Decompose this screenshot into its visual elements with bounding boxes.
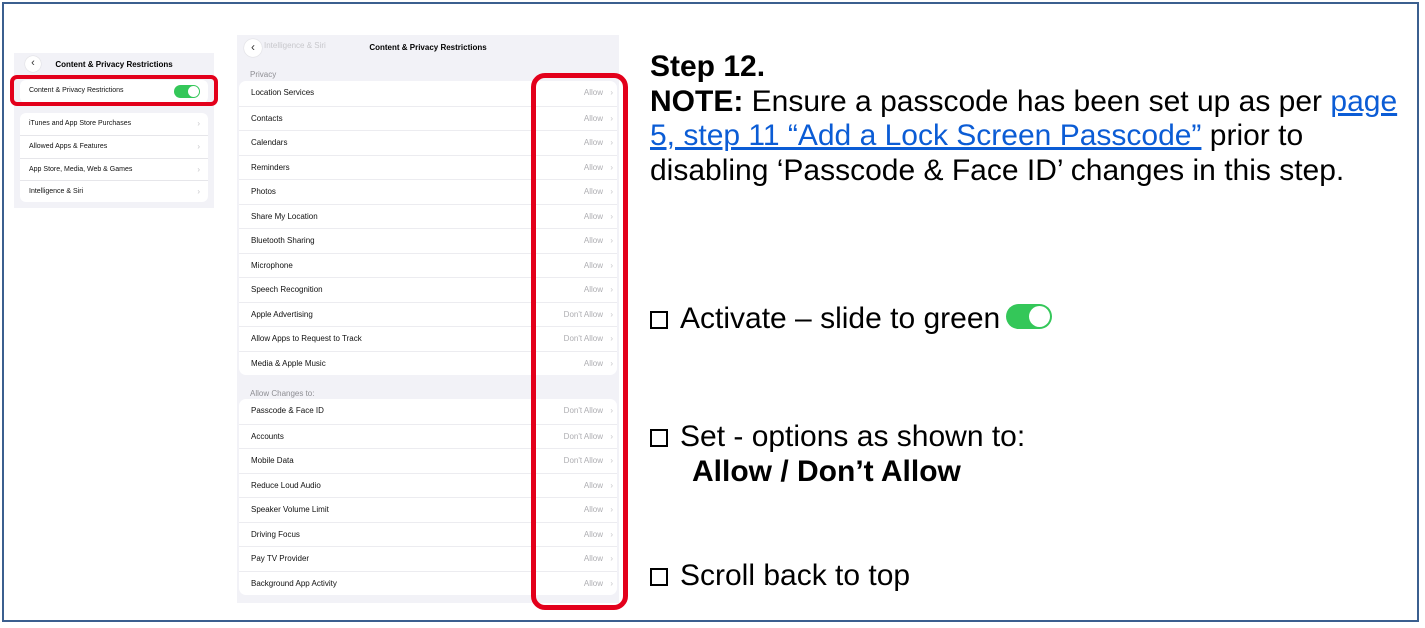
settings-row-label: Reminders bbox=[251, 162, 290, 172]
list-item[interactable]: Intelligence & Siri › bbox=[20, 180, 208, 203]
settings-row-label: Media & Apple Music bbox=[251, 358, 326, 368]
checklist-item-activate: Activate – slide to green bbox=[650, 302, 1053, 337]
settings-row-label: Photos bbox=[251, 187, 276, 197]
chevron-right-icon: › bbox=[197, 142, 200, 151]
bullet-scroll-text: Scroll back to top bbox=[680, 559, 911, 592]
bullet-set-subtext: Allow / Don’t Allow bbox=[692, 454, 961, 488]
settings-row-label: Reduce Loud Audio bbox=[251, 480, 321, 490]
list-item[interactable]: App Store, Media, Web & Games › bbox=[20, 157, 208, 181]
settings-row-label: Calendars bbox=[251, 138, 288, 148]
values-highlight-box bbox=[531, 73, 628, 610]
settings-row-label: Passcode & Face ID bbox=[251, 406, 324, 415]
nav-title: Content & Privacy Restrictions bbox=[55, 60, 173, 69]
list-item[interactable]: Allowed Apps & Features › bbox=[20, 135, 208, 158]
section-header-privacy: Privacy bbox=[250, 70, 277, 79]
settings-row-label: Allow Apps to Request to Track bbox=[251, 334, 362, 344]
settings-row-label: Contacts bbox=[251, 113, 283, 123]
settings-row-label: Apple Advertising bbox=[251, 309, 313, 319]
chevron-right-icon: › bbox=[197, 119, 200, 128]
settings-row-label: Speech Recognition bbox=[251, 285, 323, 295]
settings-row-label: Accounts bbox=[251, 431, 284, 441]
settings-row-label: Speaker Volume Limit bbox=[251, 505, 329, 515]
chevron-right-icon: › bbox=[197, 164, 200, 174]
checkbox-icon[interactable] bbox=[650, 311, 668, 329]
settings-row-label: Driving Focus bbox=[251, 529, 300, 539]
list-item-label: iTunes and App Store Purchases bbox=[29, 120, 132, 127]
nav-bar: ‹ Content & Privacy Restrictions bbox=[14, 53, 214, 75]
list-item-label: App Store, Media, Web & Games bbox=[29, 165, 133, 173]
nav-bar: ‹ Intelligence & Siri Content & Privacy … bbox=[237, 35, 619, 63]
list-item[interactable]: iTunes and App Store Purchases › bbox=[20, 113, 208, 135]
list-item-label: Allowed Apps & Features bbox=[29, 143, 108, 150]
note-paragraph: NOTE: Ensure a passcode has been set up … bbox=[650, 85, 1410, 189]
settings-row-label: Mobile Data bbox=[251, 456, 294, 466]
instructions-panel: Step 12. NOTE: Ensure a passcode has bee… bbox=[650, 50, 1410, 592]
chevron-right-icon: › bbox=[197, 187, 200, 196]
settings-row-label: Share My Location bbox=[251, 211, 318, 221]
toggle-highlight-box bbox=[10, 75, 218, 106]
bullet-activate-text: Activate – slide to green bbox=[680, 302, 1001, 335]
list-item-label: Intelligence & Siri bbox=[29, 188, 84, 195]
settings-list: iTunes and App Store Purchases › Allowed … bbox=[20, 113, 208, 202]
checkbox-icon[interactable] bbox=[650, 568, 668, 586]
settings-row-label: Microphone bbox=[251, 260, 293, 270]
settings-row-label: Background App Activity bbox=[251, 578, 337, 588]
nav-title: Content & Privacy Restrictions bbox=[369, 43, 487, 52]
settings-row-label: Bluetooth Sharing bbox=[251, 236, 315, 246]
section-header-changes: Allow Changes to: bbox=[250, 389, 315, 398]
note-text-1: Ensure a passcode has been set up as per bbox=[743, 84, 1331, 118]
checklist-item-set-options: Set - options as shown to: Allow / Don’t… bbox=[650, 420, 1025, 489]
settings-row-label: Pay TV Provider bbox=[251, 554, 310, 564]
step-heading: Step 12. bbox=[650, 50, 766, 83]
checkbox-icon[interactable] bbox=[650, 429, 668, 447]
settings-row-label: Location Services bbox=[251, 88, 315, 97]
bullet-set-text: Set - options as shown to: bbox=[680, 420, 1026, 453]
note-label: NOTE: bbox=[650, 84, 744, 118]
checklist-item-scroll: Scroll back to top bbox=[650, 559, 910, 594]
green-toggle-icon bbox=[1006, 304, 1053, 329]
